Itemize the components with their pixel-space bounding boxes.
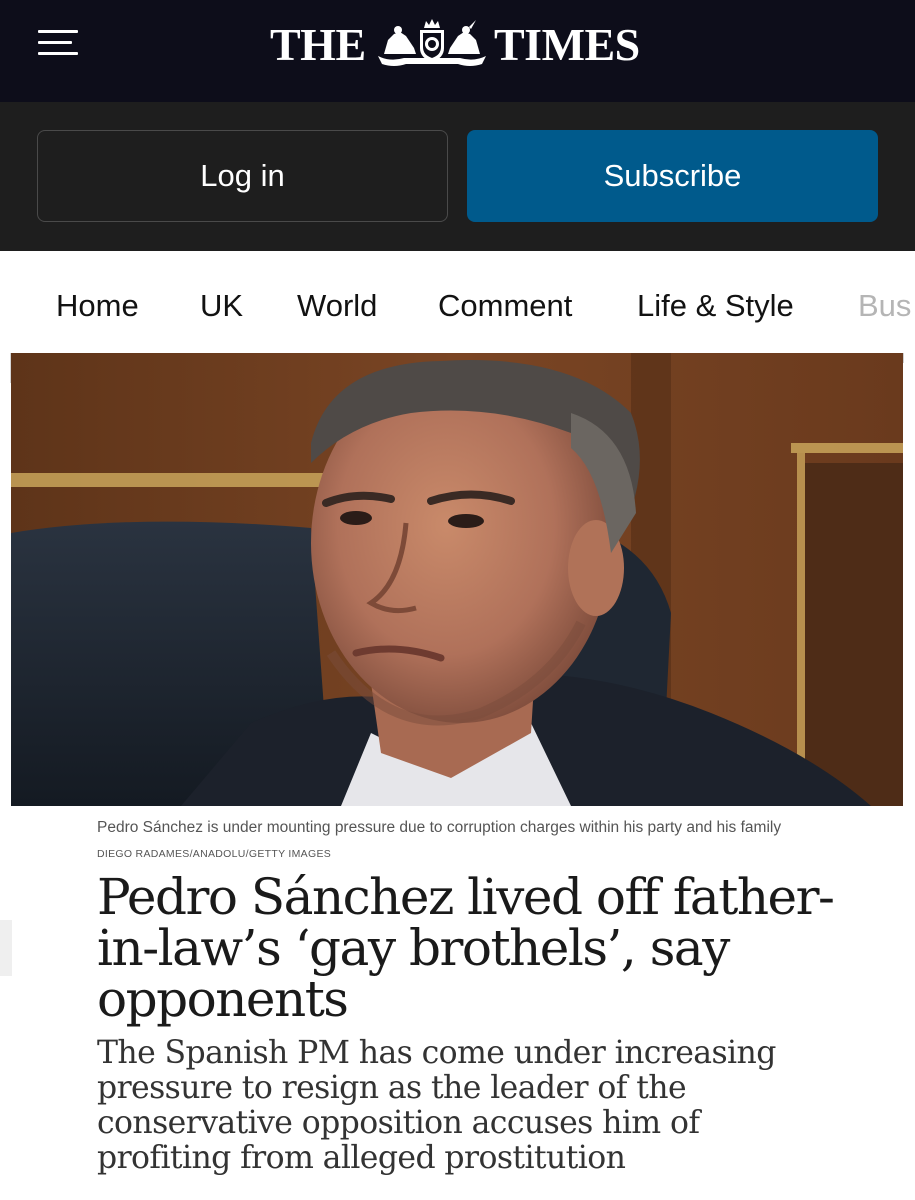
- article-standfirst: The Spanish PM has come under increasing…: [97, 1035, 776, 1176]
- subscribe-button[interactable]: Subscribe: [467, 130, 878, 222]
- hero-photo[interactable]: [11, 353, 903, 806]
- nav-item-business[interactable]: Bus: [858, 288, 911, 324]
- section-nav: Home UK World Comment Life & Style Bus: [0, 251, 915, 353]
- hero-photo-illustration: [11, 353, 903, 806]
- nav-item-uk[interactable]: UK: [200, 288, 243, 324]
- masthead: THE TIMES: [0, 0, 915, 102]
- royal-crest-icon: [378, 19, 486, 66]
- logo-word-times: TIMES: [494, 19, 640, 70]
- edge-shade: [0, 920, 12, 976]
- divider: [903, 353, 904, 363]
- login-button[interactable]: Log in: [37, 130, 448, 222]
- nav-item-home[interactable]: Home: [56, 288, 139, 324]
- photo-credit: DIEGO RADAMES/ANADOLU/GETTY IMAGES: [97, 848, 332, 860]
- nav-item-comment[interactable]: Comment: [438, 288, 572, 324]
- auth-bar: Log in Subscribe: [0, 102, 915, 251]
- nav-item-world[interactable]: World: [297, 288, 377, 324]
- article-headline: Pedro Sánchez lived off father-in-law’s …: [97, 868, 835, 1028]
- the-times-logo[interactable]: THE TIMES: [270, 18, 650, 72]
- logo-word-the: THE: [270, 19, 366, 70]
- hamburger-menu-icon[interactable]: [38, 28, 78, 58]
- photo-caption: Pedro Sánchez is under mounting pressure…: [97, 819, 782, 836]
- nav-item-life-style[interactable]: Life & Style: [637, 288, 794, 324]
